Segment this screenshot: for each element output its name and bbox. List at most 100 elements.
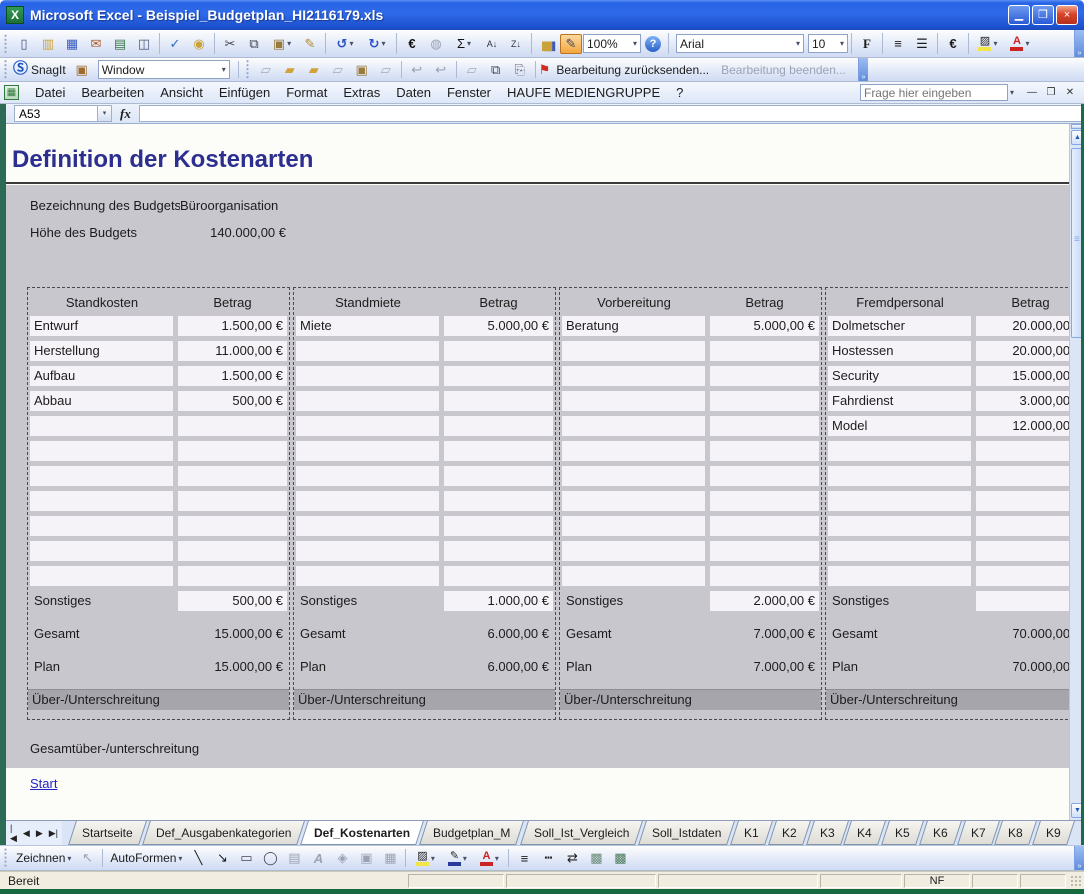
category-cell[interactable] <box>296 466 439 486</box>
undo-icon[interactable]: ▾ <box>330 34 360 54</box>
category-cell[interactable] <box>562 391 705 411</box>
sheet-tab-soll_istdaten[interactable]: Soll_Istdaten <box>638 821 735 845</box>
hyperlink-icon[interactable] <box>425 34 447 54</box>
amount-cell[interactable] <box>710 541 819 561</box>
toolbar-options-icon[interactable]: » <box>1074 846 1084 870</box>
line-style-icon[interactable] <box>513 848 535 868</box>
category-cell[interactable] <box>562 416 705 436</box>
category-cell[interactable] <box>30 491 173 511</box>
amount-cell[interactable] <box>444 491 553 511</box>
category-cell[interactable] <box>828 541 971 561</box>
new-document-icon[interactable] <box>13 34 35 54</box>
sheet-tab-k4[interactable]: K4 <box>844 821 886 845</box>
paste-icon[interactable]: ▾ <box>267 34 297 54</box>
fill-color-icon[interactable]: ▨▾ <box>973 34 1003 54</box>
category-cell[interactable] <box>562 341 705 361</box>
fill-color-icon[interactable]: ▨▾ <box>410 848 440 868</box>
amount-cell[interactable]: 500,00 € <box>178 391 287 411</box>
amount-cell[interactable]: 15.000,00 € <box>976 366 1084 386</box>
category-cell[interactable] <box>296 491 439 511</box>
zoom-select[interactable]: 100%▾ <box>583 34 641 53</box>
amount-cell[interactable]: 3.000,00 € <box>976 391 1084 411</box>
toolbar-options-icon[interactable]: » <box>858 58 868 81</box>
sheet-tab-def_ausgabenkategorien[interactable]: Def_Ausgabenkategorien <box>142 821 305 845</box>
amount-cell[interactable] <box>178 516 287 536</box>
category-cell[interactable]: Dolmetscher <box>828 316 971 336</box>
category-cell[interactable] <box>562 441 705 461</box>
format-painter-icon[interactable] <box>299 34 321 54</box>
amount-cell[interactable]: 1.500,00 € <box>178 366 287 386</box>
line-icon[interactable] <box>187 848 209 868</box>
amount-cell[interactable] <box>976 441 1084 461</box>
workbook-close-button[interactable]: ✕ <box>1062 86 1078 100</box>
category-cell[interactable] <box>296 391 439 411</box>
question-input[interactable] <box>860 84 1008 101</box>
sheet-tab-k5[interactable]: K5 <box>881 821 923 845</box>
amount-cell[interactable] <box>976 566 1084 586</box>
amount-cell[interactable] <box>710 416 819 436</box>
menu-item-fenster[interactable]: Fenster <box>439 83 499 102</box>
font-color-icon[interactable]: A▾ <box>474 848 504 868</box>
autosum-icon[interactable]: ▾ <box>449 34 479 54</box>
amount-cell[interactable]: 5.000,00 € <box>710 316 819 336</box>
category-cell[interactable]: Aufbau <box>30 366 173 386</box>
menu-item-einf-gen[interactable]: Einfügen <box>211 83 278 102</box>
toolbar-options-icon[interactable]: » <box>1074 30 1084 57</box>
sheet-tab-soll_ist_vergleich[interactable]: Soll_Ist_Vergleich <box>520 821 643 845</box>
amount-cell[interactable] <box>444 466 553 486</box>
amount-cell[interactable] <box>444 541 553 561</box>
sonstiges-cell[interactable]: 2.000,00 € <box>710 591 819 611</box>
category-cell[interactable] <box>30 466 173 486</box>
font-size-select[interactable]: 10▾ <box>808 34 848 53</box>
amount-cell[interactable]: 5.000,00 € <box>444 316 553 336</box>
amount-cell[interactable] <box>710 566 819 586</box>
redo-icon[interactable]: ▾ <box>362 34 392 54</box>
line-color-icon[interactable]: ✎▾ <box>442 848 472 868</box>
amount-cell[interactable] <box>178 491 287 511</box>
amount-cell[interactable] <box>976 516 1084 536</box>
bold-icon[interactable] <box>856 34 878 54</box>
toolbar-drag-handle[interactable] <box>3 33 8 55</box>
shadow-style-icon[interactable] <box>585 848 607 868</box>
folder-icon[interactable] <box>279 60 301 80</box>
drawing-icon[interactable] <box>560 34 582 54</box>
start-link[interactable]: Start <box>30 776 57 791</box>
category-cell[interactable]: Beratung <box>562 316 705 336</box>
category-cell[interactable] <box>562 541 705 561</box>
toolbar-drag-handle[interactable] <box>3 60 8 78</box>
snagit-capture-icon[interactable] <box>71 60 93 80</box>
sheet-tab-startseite[interactable]: Startseite <box>68 821 147 845</box>
toolbar-drag-handle[interactable] <box>245 60 250 78</box>
amount-cell[interactable] <box>710 466 819 486</box>
sonstiges-cell[interactable] <box>976 591 1084 611</box>
sheet-tab-k2[interactable]: K2 <box>768 821 810 845</box>
menu-item-bearbeiten[interactable]: Bearbeiten <box>73 83 152 102</box>
folder-open-icon[interactable] <box>303 60 325 80</box>
open-icon[interactable] <box>37 34 59 54</box>
insert-function-icon[interactable]: fx <box>120 106 131 122</box>
amount-cell[interactable] <box>444 566 553 586</box>
dash-style-icon[interactable] <box>537 848 559 868</box>
menu-item-format[interactable]: Format <box>278 83 335 102</box>
menu-item-datei[interactable]: Datei <box>27 83 73 102</box>
attachment-icon[interactable] <box>509 60 531 80</box>
name-box-dropdown-icon[interactable]: ▾ <box>98 105 112 122</box>
category-cell[interactable] <box>296 366 439 386</box>
worksheet-area[interactable]: Definition der Kostenarten Bezeichnung d… <box>6 124 1084 820</box>
category-cell[interactable] <box>828 466 971 486</box>
threed-style-icon[interactable] <box>609 848 631 868</box>
category-cell[interactable] <box>296 541 439 561</box>
category-cell[interactable] <box>30 566 173 586</box>
sheet-tab-def_kostenarten[interactable]: Def_Kostenarten <box>300 821 424 845</box>
sheet-tab-k7[interactable]: K7 <box>957 821 999 845</box>
help-icon[interactable]: ? <box>642 34 664 54</box>
toolbar-drag-handle[interactable] <box>3 848 8 867</box>
cut-icon[interactable] <box>219 34 241 54</box>
amount-cell[interactable] <box>178 441 287 461</box>
amount-cell[interactable] <box>178 541 287 561</box>
previous-sheet-icon[interactable]: ◀ <box>23 828 30 839</box>
font-color-icon[interactable]: A▾ <box>1005 34 1035 54</box>
amount-cell[interactable]: 12.000,00 € <box>976 416 1084 436</box>
chart-wizard-icon[interactable] <box>536 34 558 54</box>
amount-cell[interactable]: 11.000,00 € <box>178 341 287 361</box>
